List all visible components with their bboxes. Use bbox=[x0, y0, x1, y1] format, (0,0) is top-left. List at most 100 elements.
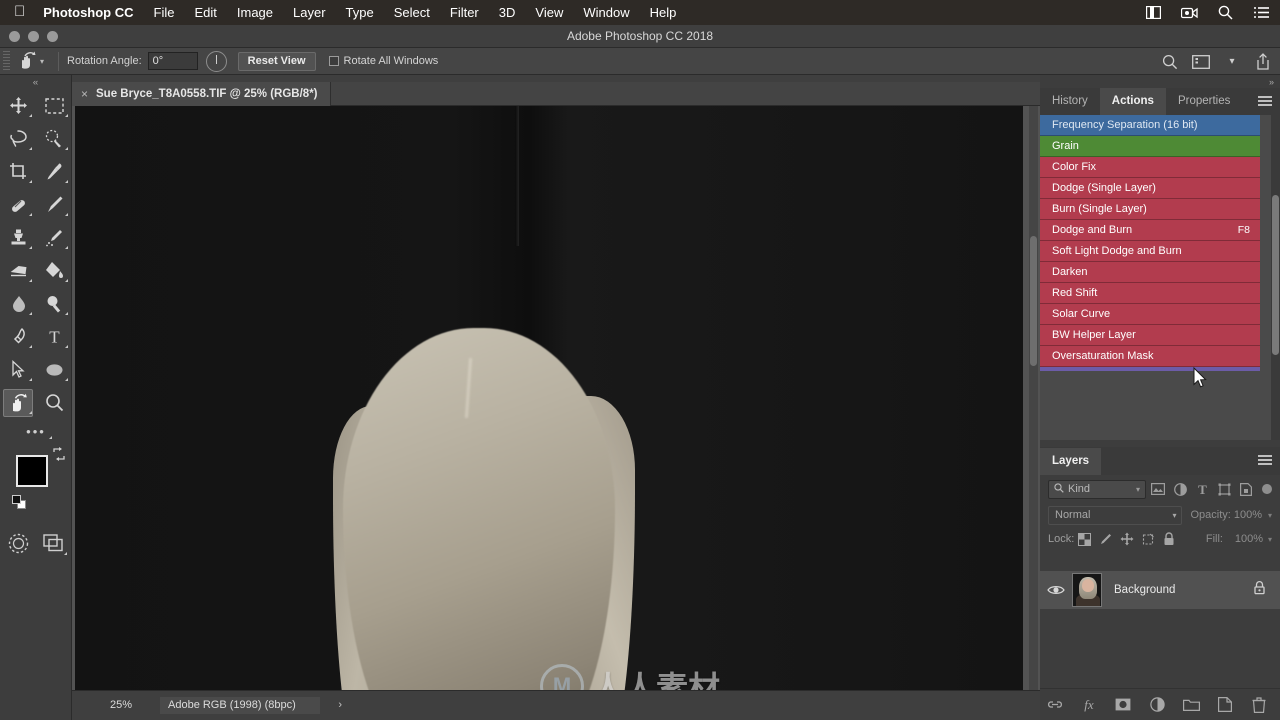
action-row[interactable]: Frequency Separation (16 bit) bbox=[1040, 115, 1260, 136]
new-layer-icon[interactable] bbox=[1216, 696, 1234, 714]
swap-colors-icon[interactable] bbox=[52, 447, 66, 461]
add-layer-mask-icon[interactable] bbox=[1114, 696, 1132, 714]
new-adjustment-layer-icon[interactable] bbox=[1148, 696, 1166, 714]
tab-layers[interactable]: Layers bbox=[1040, 448, 1102, 475]
lock-image-pixels-icon[interactable] bbox=[1095, 530, 1116, 548]
search-icon[interactable] bbox=[1161, 53, 1179, 71]
adjustment-layer-filter-icon[interactable] bbox=[1170, 479, 1190, 499]
lasso-tool[interactable] bbox=[0, 122, 36, 155]
actions-scroll-thumb[interactable] bbox=[1272, 195, 1279, 355]
panel-menu-icon[interactable] bbox=[1258, 96, 1272, 107]
link-layers-icon[interactable] bbox=[1046, 696, 1064, 714]
actions-vertical-scrollbar[interactable] bbox=[1271, 115, 1280, 440]
rotate-view-tool-icon[interactable] bbox=[13, 48, 43, 74]
menu-item-layer[interactable]: Layer bbox=[293, 5, 326, 20]
menu-item-filter[interactable]: Filter bbox=[450, 5, 479, 20]
action-row[interactable]: BW Helper Layer bbox=[1040, 325, 1260, 346]
chevron-down-icon[interactable]: ▾ bbox=[1172, 511, 1176, 520]
action-row[interactable]: Solar Curve bbox=[1040, 304, 1260, 325]
chevron-down-icon[interactable]: ▾ bbox=[1268, 511, 1272, 520]
ellipse-tool[interactable] bbox=[36, 353, 72, 386]
chevron-down-icon[interactable]: ▾ bbox=[1268, 535, 1272, 544]
smart-object-filter-icon[interactable] bbox=[1236, 479, 1256, 499]
actions-list[interactable]: Frequency Separation (16 bit) Grain Colo… bbox=[1040, 115, 1280, 440]
layer-locked-icon[interactable] bbox=[1253, 580, 1266, 600]
menu-item-edit[interactable]: Edit bbox=[194, 5, 216, 20]
share-icon[interactable] bbox=[1254, 53, 1272, 71]
action-row[interactable]: Red Shift bbox=[1040, 283, 1260, 304]
more-tools-button[interactable]: ••• bbox=[0, 419, 72, 443]
filter-toggle-icon[interactable] bbox=[1262, 484, 1272, 494]
close-icon[interactable]: × bbox=[81, 87, 88, 101]
image-canvas[interactable]: M 人人素材 bbox=[75, 106, 1023, 690]
zoom-level-field[interactable]: 25% bbox=[92, 697, 150, 714]
chevron-right-icon[interactable]: › bbox=[338, 697, 342, 714]
screen-record-icon[interactable] bbox=[1181, 4, 1198, 21]
default-colors-icon[interactable] bbox=[12, 495, 27, 510]
layers-list[interactable]: Background bbox=[1040, 552, 1280, 682]
horizontal-type-tool[interactable]: T bbox=[36, 320, 72, 353]
action-row[interactable]: Color Fix bbox=[1040, 157, 1260, 178]
tab-history[interactable]: History bbox=[1040, 88, 1100, 115]
spot-healing-brush-tool[interactable] bbox=[0, 188, 36, 221]
zoom-tool[interactable] bbox=[36, 386, 72, 419]
blend-mode-select[interactable]: Normal ▾ bbox=[1048, 505, 1183, 525]
action-row-partial[interactable] bbox=[1040, 367, 1260, 371]
menu-item-image[interactable]: Image bbox=[237, 5, 273, 20]
layer-visibility-eye-icon[interactable] bbox=[1040, 584, 1072, 596]
pen-tool[interactable] bbox=[0, 320, 36, 353]
layer-style-fx-icon[interactable]: fx bbox=[1080, 696, 1098, 714]
fill-value[interactable]: 100% bbox=[1227, 533, 1263, 545]
tab-properties[interactable]: Properties bbox=[1165, 88, 1243, 115]
action-row[interactable]: Dodge and Burn F8 bbox=[1040, 220, 1260, 241]
tool-preset-chevron-icon[interactable]: ▾ bbox=[40, 57, 44, 66]
angle-dial-icon[interactable] bbox=[205, 50, 227, 72]
menu-item-type[interactable]: Type bbox=[346, 5, 374, 20]
action-row[interactable]: Darken bbox=[1040, 262, 1260, 283]
lock-transparent-pixels-icon[interactable] bbox=[1074, 530, 1095, 548]
menu-item-3d[interactable]: 3D bbox=[499, 5, 516, 20]
clone-stamp-tool[interactable] bbox=[0, 221, 36, 254]
layer-filter-kind-select[interactable]: Kind ▾ bbox=[1048, 479, 1147, 499]
action-row[interactable]: Dodge (Single Layer) bbox=[1040, 178, 1260, 199]
path-selection-tool[interactable] bbox=[0, 353, 36, 386]
menu-app-name[interactable]: Photoshop CC bbox=[43, 5, 133, 20]
brush-tool[interactable] bbox=[36, 188, 72, 221]
crop-tool[interactable] bbox=[0, 155, 36, 188]
new-group-icon[interactable] bbox=[1182, 696, 1200, 714]
delete-layer-icon[interactable] bbox=[1250, 696, 1268, 714]
panel-collapse-button[interactable]: » bbox=[1269, 77, 1274, 87]
menu-item-select[interactable]: Select bbox=[394, 5, 430, 20]
canvas-viewport[interactable]: M 人人素材 bbox=[72, 106, 1040, 690]
action-row[interactable]: Grain bbox=[1040, 136, 1260, 157]
foreground-color-swatch[interactable] bbox=[16, 455, 48, 487]
quick-selection-tool[interactable] bbox=[36, 122, 72, 155]
move-tool[interactable] bbox=[0, 89, 36, 122]
action-row[interactable]: Soft Light Dodge and Burn bbox=[1040, 241, 1260, 262]
reset-view-button[interactable]: Reset View bbox=[237, 51, 316, 71]
opacity-value[interactable]: 100% bbox=[1234, 509, 1262, 521]
tab-bar-grip[interactable] bbox=[72, 75, 1040, 82]
shape-layer-filter-icon[interactable] bbox=[1214, 479, 1234, 499]
chevron-down-icon[interactable]: ▾ bbox=[1136, 485, 1140, 494]
lock-all-icon[interactable] bbox=[1158, 530, 1179, 548]
search-icon[interactable] bbox=[1217, 4, 1234, 21]
action-row[interactable]: Oversaturation Mask bbox=[1040, 346, 1260, 367]
layer-row-background[interactable]: Background bbox=[1040, 571, 1280, 609]
quick-mask-icon[interactable] bbox=[0, 525, 36, 561]
canvas-scroll-thumb[interactable] bbox=[1030, 236, 1037, 366]
chevron-down-icon[interactable]: ▾ bbox=[1223, 53, 1241, 71]
apple-logo-icon[interactable]:  bbox=[14, 4, 25, 19]
rotate-all-windows-checkbox-box[interactable] bbox=[328, 56, 339, 66]
rotate-view-tool[interactable] bbox=[0, 386, 36, 419]
screen-mode-icon[interactable] bbox=[36, 525, 72, 561]
menu-item-help[interactable]: Help bbox=[650, 5, 677, 20]
control-center-icon[interactable] bbox=[1145, 4, 1162, 21]
canvas-vertical-scrollbar[interactable] bbox=[1029, 106, 1038, 690]
menu-item-file[interactable]: File bbox=[154, 5, 175, 20]
type-layer-filter-icon[interactable]: T bbox=[1192, 479, 1212, 499]
options-bar-grip[interactable] bbox=[3, 50, 10, 72]
workspace-icon[interactable] bbox=[1192, 53, 1210, 71]
layer-name[interactable]: Background bbox=[1114, 584, 1175, 596]
pixel-layer-filter-icon[interactable] bbox=[1148, 479, 1168, 499]
